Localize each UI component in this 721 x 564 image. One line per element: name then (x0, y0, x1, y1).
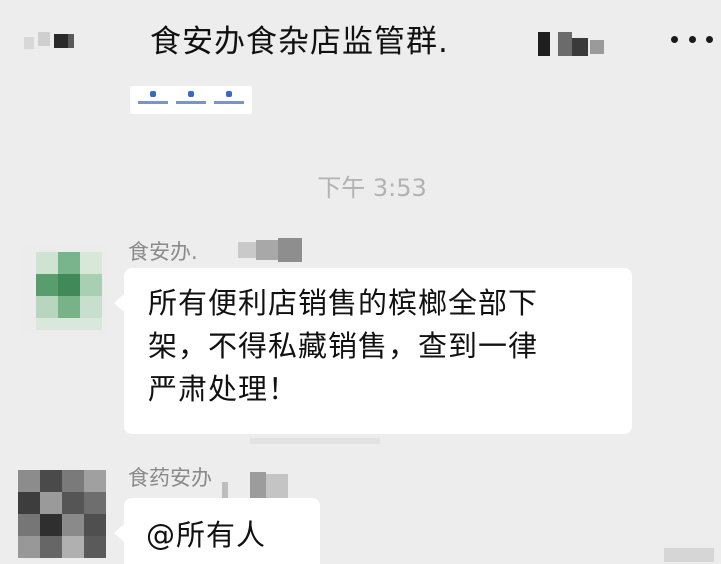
card-preview[interactable] (130, 86, 252, 114)
message-bubble[interactable]: 所有便利店销售的槟榔全部下 架，不得私藏销售，查到一律 严肃处理！ (114, 268, 632, 434)
message-bubble[interactable]: @所有人 (114, 498, 320, 564)
dot-icon (671, 35, 678, 43)
sender-name: 食药安办 (128, 466, 212, 490)
card-preview-item (212, 91, 246, 104)
message-text: 所有便利店销售的槟榔全部下 架，不得私藏销售，查到一律 严肃处理！ (148, 286, 539, 406)
divider (250, 438, 380, 444)
more-dots-icon[interactable] (671, 24, 713, 54)
sender-name-blur (238, 238, 308, 264)
card-preview-item (174, 91, 208, 104)
dot-icon (688, 35, 696, 43)
card-preview-item (136, 91, 170, 104)
sender-name: 食安办. (128, 240, 198, 264)
dot-icon (706, 35, 713, 43)
chat-title: 食安办食杂店监管群. (150, 24, 449, 60)
avatar[interactable] (22, 246, 110, 334)
back-button-icon[interactable] (24, 30, 74, 56)
chat-header: 食安办食杂店监管群. (0, 0, 721, 84)
sender-name-blur (222, 470, 292, 500)
chat-screen: 食安办食杂店监管群. 下午 3:53 食安办. 所有便利店销售的槟榔全部下 架，… (0, 0, 721, 564)
message-timestamp: 下午 3:53 (317, 174, 427, 202)
message-text: @所有人 (146, 518, 267, 552)
title-member-count-blur (532, 32, 622, 58)
avatar[interactable] (18, 470, 106, 558)
scroll-hint (664, 548, 714, 562)
